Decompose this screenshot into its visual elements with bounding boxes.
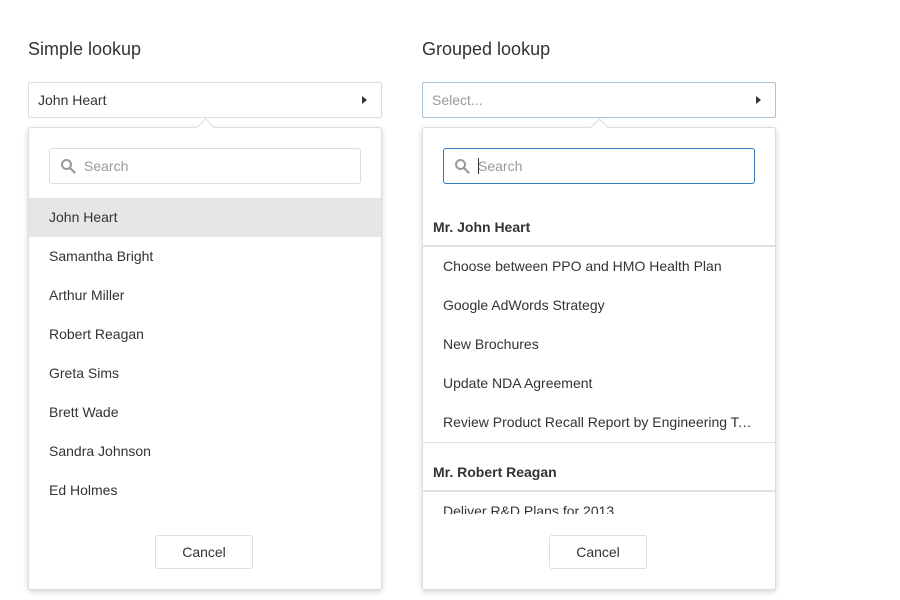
text-cursor — [478, 158, 479, 174]
grouped-lookup-field[interactable]: Select... — [422, 82, 776, 118]
simple-lookup-popup: John Heart Samantha Bright Arthur Miller… — [28, 118, 382, 590]
list-item[interactable]: Choose between PPO and HMO Health Plan — [423, 247, 775, 286]
simple-lookup-value: John Heart — [38, 92, 107, 108]
caret-right-icon[interactable] — [756, 96, 761, 104]
grouped-lookup-placeholder: Select... — [432, 92, 483, 108]
list-item[interactable]: Deliver R&D Plans for 2013 — [423, 492, 775, 514]
grouped-cancel-button[interactable]: Cancel — [549, 535, 647, 569]
list-item[interactable]: Ed Holmes — [29, 471, 381, 510]
search-icon — [61, 159, 76, 174]
simple-lookup-title: Simple lookup — [28, 39, 142, 59]
simple-search-input[interactable] — [84, 149, 354, 183]
simple-lookup-list: John Heart Samantha Bright Arthur Miller… — [29, 198, 381, 514]
list-item[interactable]: Arthur Miller — [29, 276, 381, 315]
list-item[interactable]: John Heart — [29, 198, 381, 237]
simple-search-box[interactable] — [49, 148, 361, 184]
grouped-lookup-list: Mr. John Heart Choose between PPO and HM… — [423, 208, 775, 514]
simple-lookup-field[interactable]: John Heart — [28, 82, 382, 118]
search-icon — [455, 159, 470, 174]
list-item[interactable]: Samantha Bright — [29, 237, 381, 276]
group-header: Mr. Robert Reagan — [423, 453, 775, 492]
grouped-search-box[interactable] — [443, 148, 755, 184]
grouped-lookup-title: Grouped lookup — [422, 39, 551, 59]
grouped-lookup-popup: Mr. John Heart Choose between PPO and HM… — [422, 118, 776, 590]
group-header: Mr. John Heart — [423, 208, 775, 247]
list-item[interactable]: Sandra Johnson — [29, 432, 381, 471]
list-item[interactable]: Greta Sims — [29, 354, 381, 393]
list-item[interactable]: Review Product Recall Report by Engineer… — [423, 403, 775, 443]
list-item[interactable]: Update NDA Agreement — [423, 364, 775, 403]
popup-pointer — [590, 118, 609, 137]
list-item[interactable]: Brett Wade — [29, 393, 381, 432]
list-item[interactable]: New Brochures — [423, 325, 775, 364]
list-item[interactable]: Robert Reagan — [29, 315, 381, 354]
simple-cancel-button[interactable]: Cancel — [155, 535, 253, 569]
caret-right-icon[interactable] — [362, 96, 367, 104]
grouped-search-input[interactable] — [478, 149, 748, 183]
popup-pointer — [196, 118, 215, 137]
list-item[interactable]: Google AdWords Strategy — [423, 286, 775, 325]
